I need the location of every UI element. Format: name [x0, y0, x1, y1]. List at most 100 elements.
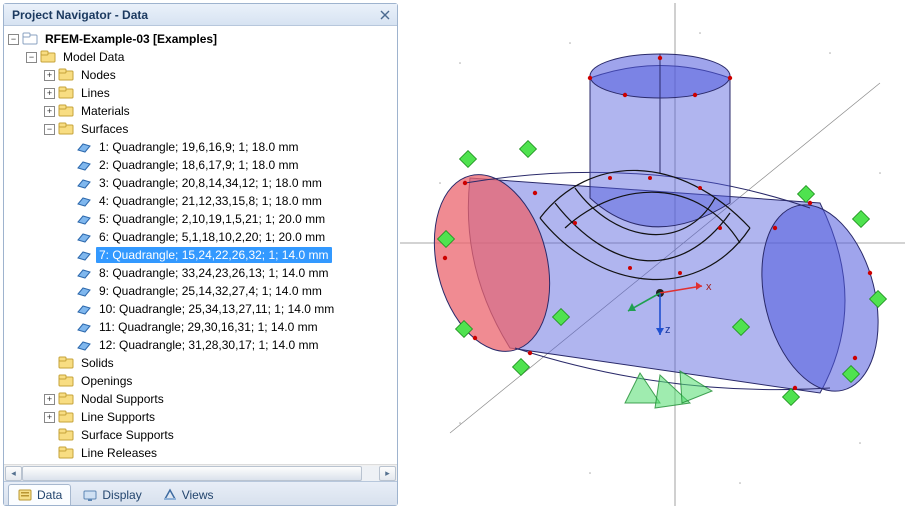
surface-icon [76, 211, 92, 227]
tree-surface-item-7[interactable]: 7: Quadrangle; 15,24,22,26,32; 1; 14.0 m… [62, 246, 397, 264]
tree-line-releases-label: Line Releases [78, 445, 160, 461]
tree-surface-item-3-label: 3: Quadrangle; 20,8,14,34,12; 1; 18.0 mm [96, 175, 325, 191]
tree-surface-item-12-label: 12: Quadrangle; 31,28,30,17; 1; 14.0 mm [96, 337, 321, 353]
tab-display-label: Display [102, 488, 141, 502]
tree-surface-item-2[interactable]: 2: Quadrangle; 18,6,17,9; 1; 18.0 mm [62, 156, 397, 174]
tree-surfaces-label: Surfaces [78, 121, 131, 137]
scroll-right-button[interactable]: ▸ [379, 466, 396, 481]
tree-surface-item-8[interactable]: 8: Quadrangle; 33,24,23,26,13; 1; 14.0 m… [62, 264, 397, 282]
surface-icon [76, 247, 92, 263]
tree-lines[interactable]: + Lines [44, 84, 397, 102]
tab-views[interactable]: Views [153, 484, 223, 505]
axis-label-z: z [665, 324, 671, 336]
folder-icon [58, 121, 74, 137]
tree-surface-item-9[interactable]: 9: Quadrangle; 25,14,32,27,4; 1; 14.0 mm [62, 282, 397, 300]
tree-surface-item-11-label: 11: Quadrangle; 29,30,16,31; 1; 14.0 mm [96, 319, 321, 335]
project-icon [22, 31, 38, 47]
tree-nodes-label: Nodes [78, 67, 119, 83]
tree-line-supports[interactable]: + Line Supports [44, 408, 397, 426]
tree-surface-item-9-label: 9: Quadrangle; 25,14,32,27,4; 1; 14.0 mm [96, 283, 325, 299]
horizontal-scrollbar[interactable]: ◂ ▸ [4, 464, 397, 481]
tree-nodes[interactable]: + Nodes [44, 66, 397, 84]
surface-icon [76, 265, 92, 281]
folder-icon [58, 373, 74, 389]
tree-lines-label: Lines [78, 85, 113, 101]
expander-icon[interactable]: + [44, 70, 55, 81]
tree-surface-item-6[interactable]: 6: Quadrangle; 5,1,18,10,2,20; 1; 20.0 m… [62, 228, 397, 246]
folder-icon [58, 85, 74, 101]
tab-data[interactable]: Data [8, 484, 71, 505]
expander-icon[interactable]: − [26, 52, 37, 63]
panel-header: Project Navigator - Data [4, 4, 397, 26]
tree-model-data[interactable]: − Model Data [26, 48, 397, 66]
folder-icon [58, 445, 74, 461]
folder-icon [58, 67, 74, 83]
tree-line-releases[interactable]: Line Releases [44, 444, 397, 462]
model-viewport-3d[interactable]: x z [400, 3, 905, 506]
close-icon[interactable] [377, 7, 393, 23]
tree-root-label: RFEM-Example-03 [Examples] [42, 31, 220, 47]
tree-solids-label: Solids [78, 355, 117, 371]
tree-surface-item-1-label: 1: Quadrangle; 19,6,16,9; 1; 18.0 mm [96, 139, 301, 155]
tree-view[interactable]: − RFEM-Example-03 [Examples] − Model Dat… [4, 26, 397, 464]
folder-icon [40, 49, 56, 65]
tree-surface-item-5-label: 5: Quadrangle; 2,10,19,1,5,21; 1; 20.0 m… [96, 211, 328, 227]
tab-display[interactable]: Display [73, 484, 150, 505]
tree-surfaces[interactable]: − Surfaces [44, 120, 397, 138]
tree-line-supports-label: Line Supports [78, 409, 158, 425]
tree-surface-supports[interactable]: Surface Supports [44, 426, 397, 444]
folder-icon [58, 391, 74, 407]
tree-surface-item-4-label: 4: Quadrangle; 21,12,33,15,8; 1; 18.0 mm [96, 193, 325, 209]
tree-materials-label: Materials [78, 103, 133, 119]
navigator-tabs: Data Display Views [4, 481, 397, 505]
surface-icon [76, 301, 92, 317]
tree-surface-item-8-label: 8: Quadrangle; 33,24,23,26,13; 1; 14.0 m… [96, 265, 332, 281]
folder-icon [58, 427, 74, 443]
expander-icon[interactable]: + [44, 394, 55, 405]
tree-nodal-supports-label: Nodal Supports [78, 391, 167, 407]
surface-icon [76, 337, 92, 353]
surface-icon [76, 175, 92, 191]
axis-label-x: x [706, 281, 712, 293]
tree-surface-item-12[interactable]: 12: Quadrangle; 31,28,30,17; 1; 14.0 mm [62, 336, 397, 354]
tree-surface-item-10[interactable]: 10: Quadrangle; 25,34,13,27,11; 1; 14.0 … [62, 300, 397, 318]
surface-icon [76, 283, 92, 299]
surface-icon [76, 157, 92, 173]
tree-solids[interactable]: Solids [44, 354, 397, 372]
folder-icon [58, 103, 74, 119]
surface-icon [76, 139, 92, 155]
tree-model-data-label: Model Data [60, 49, 127, 65]
tree-openings[interactable]: Openings [44, 372, 397, 390]
tree-surface-item-6-label: 6: Quadrangle; 5,1,18,10,2,20; 1; 20.0 m… [96, 229, 328, 245]
scroll-thumb[interactable] [22, 466, 362, 481]
tree-surface-item-11[interactable]: 11: Quadrangle; 29,30,16,31; 1; 14.0 mm [62, 318, 397, 336]
expander-icon[interactable]: + [44, 88, 55, 99]
tree-materials[interactable]: + Materials [44, 102, 397, 120]
folder-icon [58, 355, 74, 371]
tree-surface-item-10-label: 10: Quadrangle; 25,34,13,27,11; 1; 14.0 … [96, 301, 337, 317]
navigator-panel: Project Navigator - Data − RFEM-Example-… [3, 3, 398, 506]
tab-views-label: Views [182, 488, 214, 502]
display-tab-icon [82, 487, 98, 503]
expander-icon[interactable]: + [44, 106, 55, 117]
tree-surface-item-1[interactable]: 1: Quadrangle; 19,6,16,9; 1; 18.0 mm [62, 138, 397, 156]
tree-surface-item-3[interactable]: 3: Quadrangle; 20,8,14,34,12; 1; 18.0 mm [62, 174, 397, 192]
tree-surface-item-2-label: 2: Quadrangle; 18,6,17,9; 1; 18.0 mm [96, 157, 301, 173]
tab-data-label: Data [37, 488, 62, 502]
tree-surface-item-5[interactable]: 5: Quadrangle; 2,10,19,1,5,21; 1; 20.0 m… [62, 210, 397, 228]
scroll-left-button[interactable]: ◂ [5, 466, 22, 481]
tree-nodal-supports[interactable]: + Nodal Supports [44, 390, 397, 408]
data-tab-icon [17, 487, 33, 503]
folder-icon [58, 409, 74, 425]
tree-openings-label: Openings [78, 373, 135, 389]
tree-surface-supports-label: Surface Supports [78, 427, 177, 443]
tree-surface-item-7-label: 7: Quadrangle; 15,24,22,26,32; 1; 14.0 m… [96, 247, 332, 263]
tree-root[interactable]: − RFEM-Example-03 [Examples] [8, 30, 397, 48]
expander-icon[interactable]: + [44, 412, 55, 423]
surface-icon [76, 229, 92, 245]
expander-icon[interactable]: − [44, 124, 55, 135]
expander-icon[interactable]: − [8, 34, 19, 45]
tree-surface-item-4[interactable]: 4: Quadrangle; 21,12,33,15,8; 1; 18.0 mm [62, 192, 397, 210]
surface-icon [76, 193, 92, 209]
views-tab-icon [162, 487, 178, 503]
